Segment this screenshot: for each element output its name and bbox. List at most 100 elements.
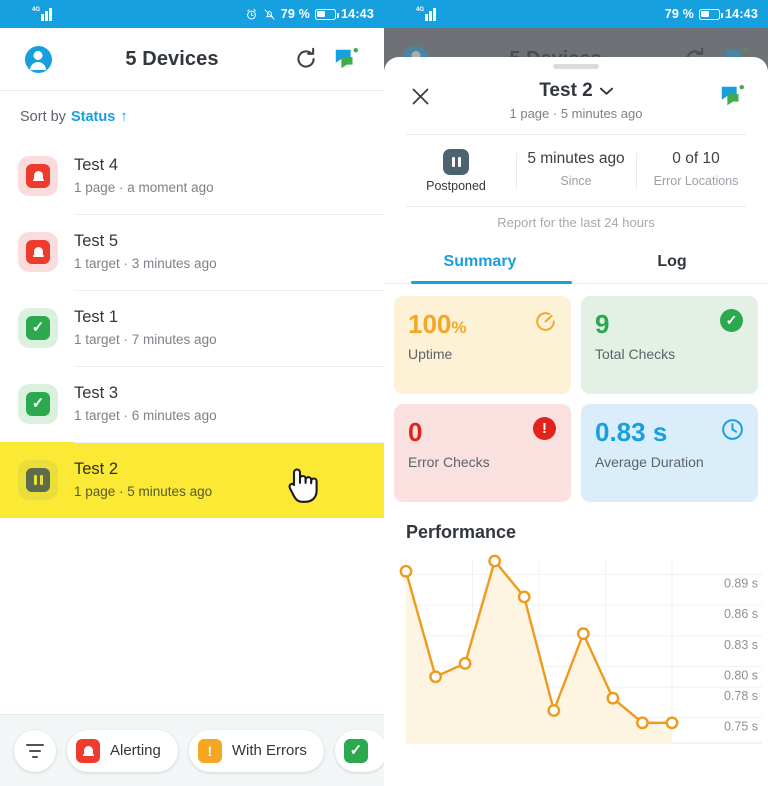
filter-icon	[26, 743, 44, 758]
battery-icon	[315, 8, 339, 20]
chat-icon	[335, 47, 358, 69]
filter-chip-alerting[interactable]: Alerting	[67, 729, 178, 772]
y-axis-tick-label: 0.89 s	[724, 576, 758, 590]
close-icon	[412, 88, 428, 104]
filter-bar: Alerting ! With Errors ✓	[0, 714, 384, 786]
stat-value	[400, 149, 512, 175]
pause-icon	[26, 468, 50, 492]
sort-bar[interactable]: Sort by Status ↑	[0, 91, 384, 138]
app-screen: 4G 79 % 14:43 5 Devices Sort by Status ↑…	[0, 0, 768, 786]
list-item[interactable]: ✓ Test 1 1 target · 7 minutes ago	[0, 290, 384, 366]
device-name: Test 2	[74, 460, 119, 479]
sheet-subtitle: 1 page · 5 minutes ago	[509, 106, 643, 121]
filter-toggle-button[interactable]	[14, 729, 56, 772]
row-divider	[74, 214, 384, 215]
device-name: Test 3	[74, 384, 119, 403]
device-subtitle: 1 page · 5 minutes ago	[74, 483, 213, 499]
metric-label: Uptime	[408, 346, 453, 362]
chat-button[interactable]	[714, 78, 750, 114]
y-axis-tick-label: 0.83 s	[724, 638, 758, 652]
refresh-button[interactable]	[286, 39, 326, 79]
metric-label: Average Duration	[595, 454, 704, 470]
chart-data-point	[576, 627, 590, 641]
chart-data-point	[488, 554, 502, 568]
clock-label: 14:43	[725, 7, 758, 21]
device-name: Test 5	[74, 232, 119, 251]
metric-card-uptime[interactable]: 100% Uptime	[394, 296, 571, 394]
list-item-text: Test 1 1 target · 7 minutes ago	[74, 306, 366, 350]
status-bar-right-group: 79 % 14:43	[245, 7, 374, 21]
metric-value: 100	[408, 309, 452, 339]
chat-button[interactable]	[326, 39, 366, 79]
performance-title: Performance	[406, 522, 517, 542]
list-item[interactable]: Test 5 1 target · 3 minutes ago	[0, 214, 384, 290]
account-avatar-icon	[24, 45, 52, 73]
list-item[interactable]: Test 4 1 page · a moment ago	[0, 138, 384, 214]
tab-summary[interactable]: Summary	[384, 243, 576, 283]
device-subtitle: 1 target · 7 minutes ago	[74, 331, 217, 347]
performance-chart-svg: 0.89 s 0.86 s 0.83 s 0.80 s 0.78 s 0.75 s	[399, 554, 762, 744]
tab-log[interactable]: Log	[576, 243, 768, 283]
stat-label: Error Locations	[653, 173, 739, 188]
detail-bottom-sheet: Test 2 1 page · 5 minutes ago Postponed …	[384, 57, 768, 786]
check-icon: ✓	[26, 316, 50, 340]
metric-card-total-checks[interactable]: 9 Total Checks ✓	[581, 296, 758, 394]
warning-icon: !	[197, 738, 222, 763]
chart-data-point	[429, 670, 442, 684]
sort-key-label[interactable]: Status	[71, 109, 115, 125]
device-subtitle: 1 target · 6 minutes ago	[74, 407, 217, 423]
row-divider	[74, 366, 384, 367]
stat-label: Since	[560, 173, 592, 188]
check-icon: ✓	[26, 392, 50, 416]
list-item[interactable]: ✓ Test 3 1 target · 6 minutes ago	[0, 366, 384, 442]
chat-icon	[721, 84, 744, 106]
pause-icon	[443, 149, 469, 175]
hand-pointer-cursor	[288, 468, 318, 503]
stat-value: 0 of 10	[672, 150, 720, 167]
stat-since: 5 minutes ago Since	[516, 149, 636, 193]
device-detail-panel: 4G 79 % 14:43 5 Devices	[384, 0, 768, 786]
sheet-title-row[interactable]: Test 2	[539, 80, 613, 102]
metric-label: Total Checks	[595, 346, 676, 362]
check-icon: ✓	[343, 738, 368, 763]
metric-card-average-duration[interactable]: 0.83 s Average Duration	[581, 404, 758, 502]
device-list: Test 4 1 page · a moment ago Test 5 1 ta…	[0, 138, 384, 518]
network-type-label: 4G	[32, 7, 41, 13]
stat-label: Postponed	[426, 179, 486, 193]
bell-icon	[26, 164, 50, 188]
summary-stats: Postponed 5 minutes ago Since 0 of 10 Er…	[384, 135, 768, 206]
y-axis-tick-label: 0.80 s	[724, 668, 758, 682]
detail-tabs: Summary Log	[384, 243, 768, 284]
gauge-icon	[536, 312, 555, 331]
chart-data-point	[458, 657, 472, 670]
status-bar-left-group: 4G	[416, 7, 436, 21]
status-bar-right-group: 79 % 14:43	[665, 7, 758, 21]
chevron-down-icon[interactable]	[599, 87, 613, 96]
alarm-clock-icon	[246, 8, 256, 19]
status-badge	[18, 232, 58, 272]
account-avatar-button[interactable]	[18, 39, 58, 79]
clock-icon	[722, 419, 743, 440]
row-divider	[74, 442, 384, 443]
report-period-note: Report for the last 24 hours	[497, 215, 655, 230]
performance-chart[interactable]: 0.89 s 0.86 s 0.83 s 0.80 s 0.78 s 0.75 s	[384, 551, 768, 761]
status-bar-left-group: 4G	[32, 7, 52, 21]
bell-icon	[26, 240, 50, 264]
filter-chip-ok[interactable]: ✓	[334, 729, 384, 772]
filter-chip-with-errors[interactable]: ! With Errors	[188, 729, 324, 772]
signal-icon: 4G	[32, 7, 52, 21]
tab-active-indicator	[410, 281, 573, 284]
metric-suffix: %	[451, 318, 467, 337]
metric-card-error-checks[interactable]: 0 Error Checks !	[394, 404, 571, 502]
filter-chip-label: Alerting	[110, 742, 161, 759]
bell-muted-icon	[264, 8, 275, 20]
y-axis-tick-label: 0.78 s	[724, 689, 758, 703]
stat-error-locations: 0 of 10 Error Locations	[636, 149, 756, 193]
chart-data-point	[635, 716, 649, 730]
y-axis-tick-label: 0.75 s	[724, 720, 758, 734]
list-item-text: Test 3 1 target · 6 minutes ago	[74, 382, 366, 426]
arrow-up-icon[interactable]: ↑	[120, 108, 128, 125]
list-item-selected[interactable]: Test 2 1 page · 5 minutes ago	[0, 442, 384, 518]
close-button[interactable]	[402, 78, 438, 114]
list-item-text: Test 2 1 page · 5 minutes ago	[74, 458, 366, 502]
